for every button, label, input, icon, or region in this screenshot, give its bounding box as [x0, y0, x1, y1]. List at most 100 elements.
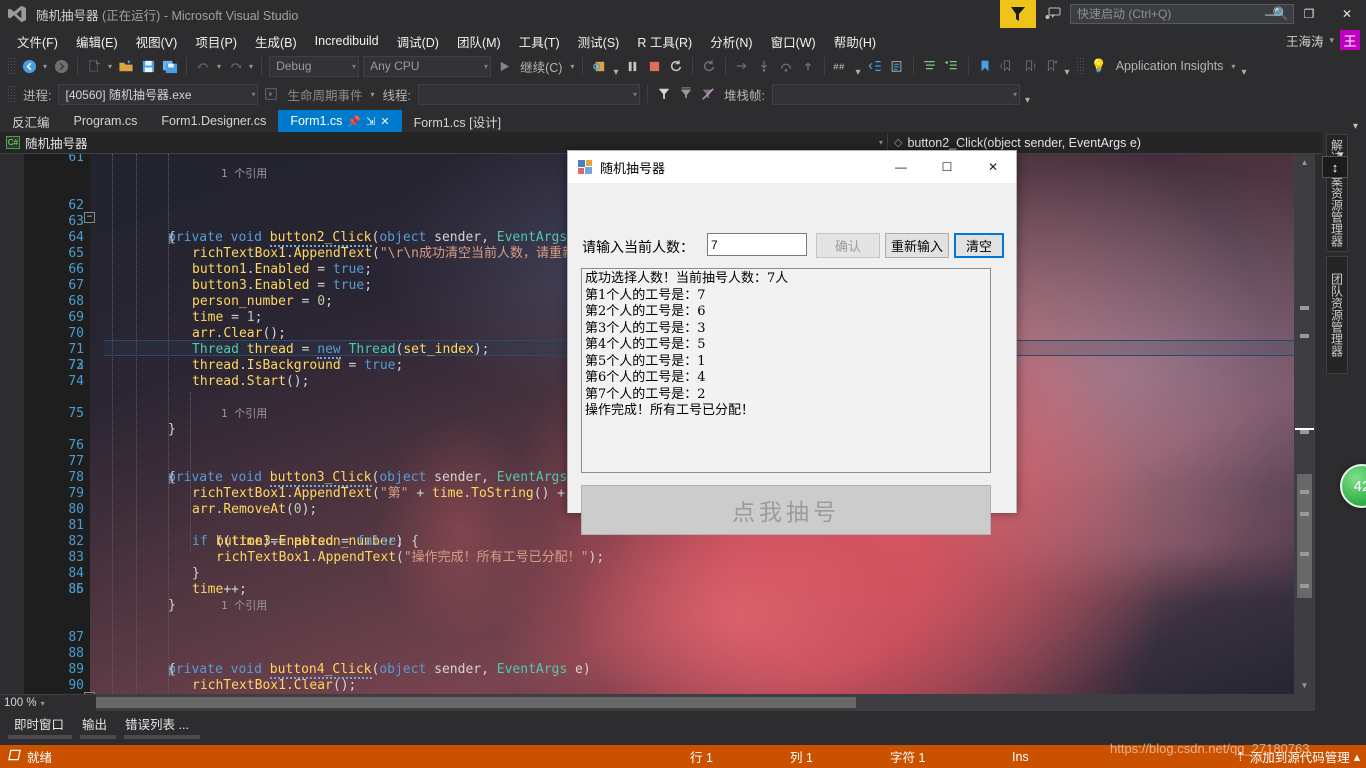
toolbar-overflow-icon[interactable]: ▾: [1238, 67, 1249, 78]
toolbar-grip[interactable]: [1075, 57, 1084, 75]
toolbar-overflow-icon[interactable]: ▾: [1062, 67, 1073, 78]
chevron-down-icon[interactable]: ▾: [480, 62, 488, 71]
source-control-status[interactable]: ⇡ 添加到源代码管理 ▴: [1235, 747, 1360, 766]
solution-config-combo[interactable]: Debug ▾: [269, 55, 360, 77]
tab-form1-cs[interactable]: Form1.cs 📌 ⇲ ✕: [278, 110, 402, 132]
dialog-minimize-button[interactable]: —: [878, 151, 924, 183]
menu-view[interactable]: 视图(V): [127, 29, 187, 54]
process-combo[interactable]: [40560] 随机抽号器.exe ▾: [58, 83, 259, 105]
menu-analyze[interactable]: 分析(N): [701, 29, 761, 54]
restart-icon[interactable]: [665, 55, 687, 77]
dialog-close-button[interactable]: ✕: [970, 151, 1016, 183]
toolbar-grip[interactable]: [7, 85, 15, 103]
save-all-icon[interactable]: [159, 55, 181, 77]
tab-program-cs[interactable]: Program.cs: [62, 110, 150, 132]
chevron-down-icon[interactable]: ▾: [1329, 35, 1334, 46]
new-project-icon[interactable]: [83, 55, 105, 77]
menu-help[interactable]: 帮助(H): [825, 29, 885, 54]
bookmark-icon[interactable]: [974, 55, 996, 77]
navigate-back-icon[interactable]: [18, 55, 40, 77]
avatar[interactable]: 王: [1340, 30, 1360, 50]
lightbulb-icon[interactable]: 💡: [1087, 58, 1111, 74]
output-rich-textbox[interactable]: 成功选择人数！当前抽号人数：7人 第1个人的工号是：7 第2个人的工号是：6 第…: [581, 268, 991, 473]
tab-disassembly[interactable]: 反汇编: [0, 110, 62, 132]
tab-immediate-window[interactable]: 即时窗口: [6, 711, 72, 737]
tab-output[interactable]: 输出: [74, 711, 115, 737]
platform-combo[interactable]: Any CPU ▾: [363, 55, 492, 77]
hex-display-icon[interactable]: ##: [830, 55, 852, 77]
back-caret-icon[interactable]: ▾: [40, 62, 50, 71]
menu-debug[interactable]: 调试(D): [388, 29, 448, 54]
toolbar-grip[interactable]: [7, 57, 15, 75]
account-area[interactable]: 王海涛 ▾ 王: [1286, 30, 1360, 50]
application-insights-button[interactable]: Application Insights: [1111, 59, 1229, 73]
attach-process-icon[interactable]: [588, 55, 610, 77]
chevron-down-icon[interactable]: ▾: [247, 90, 255, 99]
feedback-flag-icon[interactable]: [1000, 0, 1036, 28]
scroll-down-icon[interactable]: ▼: [1294, 677, 1315, 694]
toolbar-overflow-icon[interactable]: ▾: [610, 67, 621, 78]
lifecycle-caret-icon[interactable]: ▾: [368, 90, 378, 99]
open-file-icon[interactable]: [115, 55, 137, 77]
toolbar-overflow-icon[interactable]: ▾: [852, 67, 863, 78]
menu-file[interactable]: 文件(F): [8, 29, 67, 54]
chevron-down-icon[interactable]: ▾: [41, 699, 45, 708]
thread-combo[interactable]: ▾: [418, 83, 640, 105]
send-feedback-icon[interactable]: [1042, 0, 1064, 28]
menu-build[interactable]: 生成(B): [246, 29, 306, 54]
comment-icon[interactable]: [919, 55, 941, 77]
scroll-up-icon[interactable]: ▲: [1294, 154, 1315, 171]
continue-button[interactable]: 继续(C): [515, 57, 567, 76]
filter-clear-icon[interactable]: [675, 83, 697, 105]
menu-edit[interactable]: 编辑(E): [67, 29, 127, 54]
app-insights-caret-icon[interactable]: ▾: [1228, 62, 1238, 71]
chevron-up-icon[interactable]: ▴: [1354, 749, 1360, 764]
editor-vertical-scrollbar[interactable]: ▲ ▼: [1294, 154, 1315, 694]
scrollbar-thumb[interactable]: [96, 697, 856, 708]
stackframe-combo[interactable]: ▾: [771, 83, 1020, 105]
menu-project[interactable]: 项目(P): [186, 29, 246, 54]
code-lens-reference[interactable]: 1 个引用: [168, 166, 267, 182]
menu-team[interactable]: 团队(M): [448, 29, 510, 54]
tab-form1-designer-cs[interactable]: Form1.Designer.cs: [149, 110, 278, 132]
chevron-down-icon[interactable]: ▾: [1009, 90, 1017, 99]
toolbar-overflow-icon[interactable]: ▾: [1022, 95, 1033, 106]
editor-horizontal-scrollbar[interactable]: [0, 694, 1315, 711]
random-number-picker-dialog[interactable]: 随机抽号器 — ☐ ✕ 请输入当前人数： 确认 重新输入 清空 成功选择人数！当…: [567, 150, 1017, 535]
restore-button[interactable]: ❐: [1290, 0, 1328, 28]
navigate-forward-icon[interactable]: [50, 55, 72, 77]
menu-window[interactable]: 窗口(W): [762, 29, 825, 54]
chevron-down-icon[interactable]: ▾: [629, 90, 637, 99]
dialog-title-bar[interactable]: 随机抽号器 — ☐ ✕: [568, 151, 1016, 183]
fold-toggle-icon[interactable]: −: [84, 212, 95, 223]
tab-form1-cs-design[interactable]: Form1.cs [设计]: [402, 110, 514, 132]
quick-launch-input[interactable]: [1077, 7, 1273, 21]
minimize-button[interactable]: —: [1252, 0, 1290, 28]
pause-icon[interactable]: [621, 55, 643, 77]
float-icon[interactable]: ⇲: [366, 115, 375, 128]
menu-test[interactable]: 测试(S): [569, 29, 629, 54]
stop-icon[interactable]: [643, 55, 665, 77]
tab-overflow-icon[interactable]: ▾: [1345, 121, 1366, 132]
close-icon[interactable]: ✕: [380, 115, 389, 128]
clear-button[interactable]: 清空: [954, 233, 1004, 258]
chevron-down-icon[interactable]: ▾: [348, 62, 356, 71]
continue-caret-icon[interactable]: ▾: [567, 62, 577, 71]
continue-play-icon[interactable]: [493, 55, 515, 77]
pin-icon[interactable]: 📌: [347, 115, 361, 128]
menu-tools[interactable]: 工具(T): [510, 29, 569, 54]
reinput-button[interactable]: 重新输入: [885, 233, 949, 258]
sidebar-item-solution-explorer[interactable]: 解决方案资源管理器: [1326, 134, 1348, 252]
chevron-down-icon[interactable]: ▾: [879, 138, 883, 147]
menu-rtools[interactable]: R 工具(R): [628, 29, 701, 54]
person-count-input[interactable]: [707, 233, 807, 256]
close-button[interactable]: ✕: [1328, 0, 1366, 28]
uncomment-icon[interactable]: [941, 55, 963, 77]
outdent-icon[interactable]: [864, 55, 886, 77]
save-icon[interactable]: [137, 55, 159, 77]
indent-icon[interactable]: [886, 55, 908, 77]
sidebar-item-team-explorer[interactable]: 团队资源管理器: [1326, 256, 1348, 374]
filter-icon[interactable]: [653, 83, 675, 105]
editor-zoom-control[interactable]: 100 % ▾: [0, 694, 96, 711]
tab-error-list[interactable]: 错误列表 ...: [117, 711, 197, 737]
